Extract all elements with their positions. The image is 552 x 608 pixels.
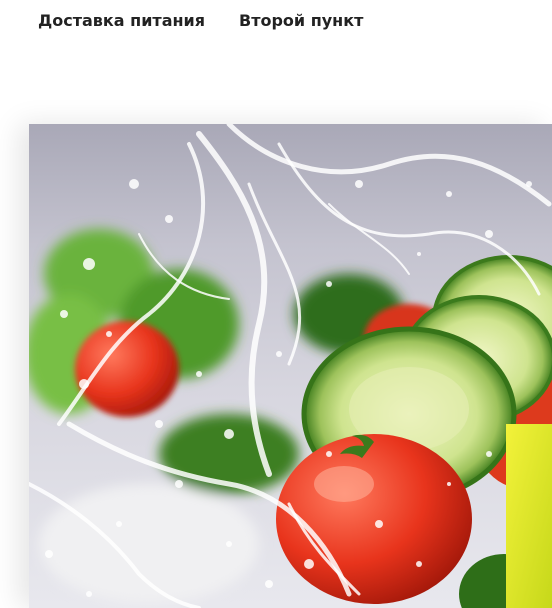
nav-link-label: Доставка питания bbox=[38, 11, 206, 30]
hero-image bbox=[29, 124, 552, 608]
nav-link-food-delivery[interactable]: Доставка питания bbox=[33, 10, 211, 34]
main-nav: Доставка питания Второй пункт bbox=[0, 0, 552, 60]
nav-link-label: Второй пункт bbox=[239, 11, 364, 30]
nav-link-second-item[interactable]: Второй пункт bbox=[234, 10, 369, 34]
salad-photo-icon bbox=[29, 124, 552, 608]
